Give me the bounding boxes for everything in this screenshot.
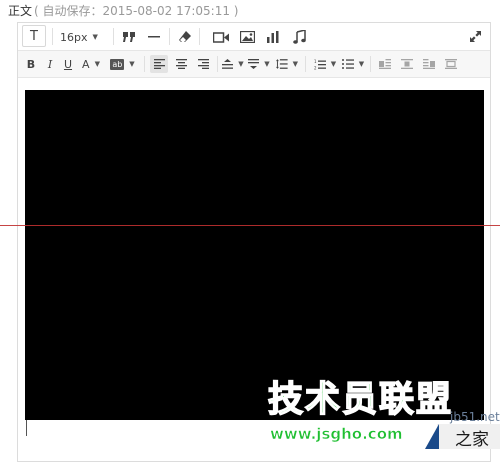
underline-icon: U xyxy=(63,57,73,71)
toolbar-divider xyxy=(169,28,170,45)
align-left-icon xyxy=(153,59,165,69)
font-size-value: 16px xyxy=(60,30,88,44)
italic-icon: I xyxy=(47,57,53,71)
image-float-center-button[interactable] xyxy=(420,55,438,73)
unordered-list-button[interactable]: ▼ xyxy=(341,55,365,73)
insert-video-button[interactable] xyxy=(212,27,230,47)
align-right-button[interactable] xyxy=(194,55,212,73)
clear-format-button[interactable] xyxy=(176,27,194,47)
image-align-right-icon xyxy=(445,59,457,69)
watermark-corner-badge: 之家 xyxy=(425,424,500,450)
text-style-button[interactable]: T xyxy=(22,25,46,47)
video-camera-icon xyxy=(213,31,229,43)
toolbar-primary: T 16px ▼ xyxy=(18,23,490,51)
toolbar-divider xyxy=(217,56,218,72)
expand-icon xyxy=(469,30,481,42)
horizontal-rule-button[interactable] xyxy=(145,27,163,47)
image-align-center-icon xyxy=(423,59,435,69)
bold-button[interactable]: B xyxy=(24,55,38,73)
font-color-button[interactable]: A ▼ xyxy=(80,55,102,73)
line-height-button[interactable]: ▼ xyxy=(276,55,298,73)
toolbar-divider xyxy=(113,28,114,45)
bullet-list-icon xyxy=(341,59,354,69)
watermark-site: jb51.net xyxy=(450,410,500,424)
text-cursor xyxy=(26,420,27,436)
italic-button[interactable]: I xyxy=(43,55,57,73)
watermark-url: www.jsgho.com xyxy=(270,425,403,444)
font-color-icon: A xyxy=(82,57,90,71)
line-height-icon xyxy=(276,59,288,69)
bar-chart-icon xyxy=(267,31,279,43)
image-float-left-button[interactable] xyxy=(398,55,416,73)
image-icon xyxy=(239,31,255,43)
insert-chart-button[interactable] xyxy=(264,27,282,47)
toolbar-divider xyxy=(370,56,371,72)
space-before-button[interactable]: ▼ xyxy=(222,55,244,73)
insert-image-button[interactable] xyxy=(238,27,256,47)
space-after-button[interactable]: ▼ xyxy=(248,55,270,73)
align-center-icon xyxy=(175,59,187,69)
chevron-down-icon: ▼ xyxy=(330,60,337,68)
highlight-color-button[interactable]: ab ▼ xyxy=(109,55,136,73)
image-float-left-icon xyxy=(401,59,413,69)
align-center-button[interactable] xyxy=(172,55,190,73)
numbered-list-icon: 1 2 xyxy=(314,59,326,70)
toolbar-divider xyxy=(305,56,306,72)
chevron-down-icon: ▼ xyxy=(264,60,270,68)
blockquote-icon xyxy=(122,32,135,42)
editor-header: 正文( 自动保存：2015-08-02 17:05:11 ) xyxy=(8,2,238,20)
underline-button[interactable]: U xyxy=(61,55,75,73)
svg-text:1: 1 xyxy=(314,59,317,64)
chevron-down-icon: ▼ xyxy=(94,60,100,68)
autosave-status: ( 自动保存：2015-08-02 17:05:11 ) xyxy=(34,4,239,18)
highlight-icon: ab xyxy=(110,58,125,70)
music-note-icon xyxy=(292,30,306,44)
watermark-brand: 技术员联盟 xyxy=(267,379,454,421)
image-align-left-icon xyxy=(379,59,391,69)
align-left-button[interactable] xyxy=(150,55,168,73)
image-float-right-button[interactable] xyxy=(442,55,460,73)
paragraph-spacing-top-icon xyxy=(222,59,234,69)
chevron-down-icon: ▼ xyxy=(129,60,135,68)
bold-icon: B xyxy=(26,57,36,71)
chevron-down-icon: ▼ xyxy=(238,60,244,68)
corner-badge-text: 之家 xyxy=(455,430,489,450)
font-size-dropdown[interactable]: 16px ▼ xyxy=(58,27,100,47)
svg-text:2: 2 xyxy=(314,65,317,70)
guide-line xyxy=(0,225,500,226)
paragraph-spacing-bottom-icon xyxy=(248,59,260,69)
ordered-list-button[interactable]: 1 2 ▼ xyxy=(313,55,337,73)
toolbar-formatting: B I U A ▼ ab ▼ ▼ ▼ ▼ 1 2 ▼ ▼ xyxy=(18,51,490,78)
toolbar-divider xyxy=(199,28,200,45)
horizontal-line-icon xyxy=(148,36,160,38)
toolbar-divider xyxy=(52,28,53,45)
corner-badge-triangle xyxy=(425,424,439,449)
chevron-down-icon: ▼ xyxy=(292,60,298,68)
chevron-down-icon: ▼ xyxy=(358,60,365,68)
align-right-icon xyxy=(197,59,209,69)
insert-music-button[interactable] xyxy=(290,27,308,47)
image-float-none-button[interactable] xyxy=(376,55,394,73)
chevron-down-icon: ▼ xyxy=(92,33,98,41)
fullscreen-button[interactable] xyxy=(467,28,483,44)
text-style-label: T xyxy=(30,28,38,44)
embedded-media-block[interactable] xyxy=(25,90,484,420)
quote-button[interactable] xyxy=(120,27,138,47)
body-label: 正文 xyxy=(8,4,33,18)
toolbar-divider xyxy=(144,56,145,72)
eraser-icon xyxy=(179,31,191,42)
